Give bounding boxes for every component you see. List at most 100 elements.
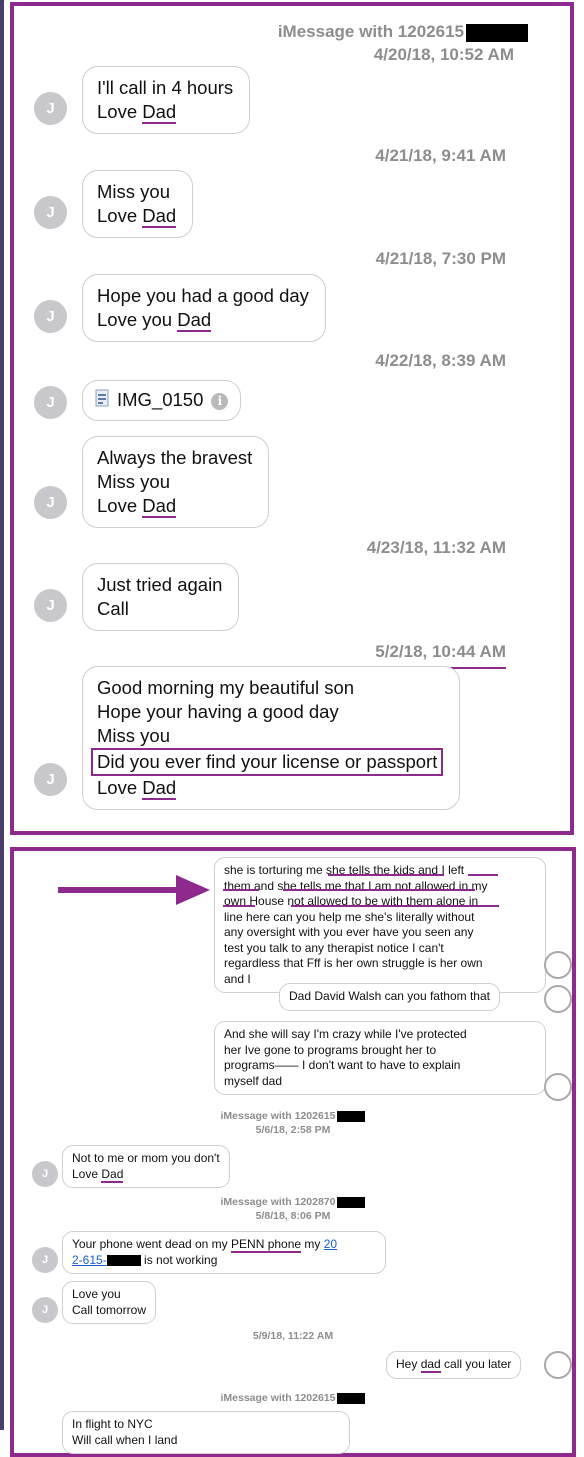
highlight-underline [291, 905, 499, 907]
highlight-underline [328, 874, 444, 876]
attachment-bubble[interactable]: IMG_0150 i [82, 380, 242, 422]
contact-avatar[interactable]: J [34, 486, 67, 519]
message-line: regardless that Fff is her own struggle … [224, 956, 483, 970]
redaction-bar [106, 1254, 141, 1266]
message-timestamp: 4/22/18, 8:39 AM [375, 351, 506, 370]
highlighted-word: dad [420, 1357, 441, 1373]
message-line: Love [97, 495, 138, 516]
message-line: Hope your having a good day [97, 701, 339, 722]
highlighted-word: Dad [142, 777, 177, 800]
conversation-header: iMessage with 1202615 4/20/18, 10:52 AM [278, 20, 528, 66]
message-line: Not to me or mom you don't [72, 1151, 220, 1165]
message-line: any oversight with you ever have you see… [224, 925, 474, 939]
message-line: Will call when I land [72, 1432, 178, 1447]
message-timestamp: 4/21/18, 9:41 AM [375, 146, 506, 165]
message-line: Call tomorrow [72, 1302, 147, 1317]
file-icon [95, 389, 109, 413]
highlighted-phrase: PENN phone [231, 1237, 302, 1253]
message-line: them and she tells me that I am not allo… [224, 878, 488, 893]
message-line: Call [97, 598, 129, 619]
screenshot-panel-1: iMessage with 1202615 4/20/18, 10:52 AM … [10, 2, 574, 835]
message-timestamp: 5/2/18, 10:44 AM [375, 642, 506, 669]
service-label: iMessage with 1202615 [220, 1110, 336, 1122]
message-line: programs—— I don't want to have to expla… [224, 1058, 461, 1072]
phone-link[interactable]: 2-615- [72, 1253, 107, 1267]
avatar-outline-icon[interactable] [544, 1351, 572, 1379]
incoming-message-bubble[interactable]: Love you Call tomorrow [62, 1281, 157, 1324]
message-line: myself dad [224, 1073, 283, 1088]
message-bubble[interactable]: Just tried again Call [82, 563, 240, 631]
message-line: Just tried again [97, 574, 223, 595]
outgoing-message-bubble[interactable]: Hey dad call you later [386, 1351, 522, 1379]
message-line: Love [97, 777, 138, 798]
avatar-outline-icon[interactable] [544, 985, 572, 1013]
outgoing-message-bubble[interactable]: she is torturing me she tells the kids a… [214, 857, 546, 993]
message-line: own House not allowed to be with them al… [224, 894, 479, 908]
header-date: 5/8/18, 8:06 PM [255, 1210, 331, 1222]
incoming-message-bubble[interactable]: In flight to NYC Will call when I land [62, 1411, 350, 1454]
message-timestamp: 5/9/18, 11:22 AM [252, 1330, 334, 1342]
message-line: Always the bravest [97, 447, 253, 468]
highlighted-timestamp: 5/2/18, 10:44 AM [375, 642, 506, 669]
service-label: iMessage with 1202870 [220, 1196, 336, 1208]
contact-avatar[interactable]: J [34, 386, 67, 419]
incoming-message-bubble[interactable]: Not to me or mom you don't Love Dad [62, 1145, 230, 1188]
message-line: Love [97, 101, 138, 122]
header-date: 5/6/18, 2:58 PM [255, 1124, 331, 1136]
contact-avatar[interactable]: J [34, 589, 67, 622]
highlighted-word: Dad [142, 495, 177, 518]
message-line: she is torturing me she tells the kids a… [224, 863, 465, 877]
avatar-outline-icon[interactable] [544, 1073, 572, 1101]
message-line: Good morning my beautiful son [97, 677, 355, 698]
message-line: line here can you help me she's literall… [224, 909, 475, 924]
message-bubble[interactable]: Hope you had a good day Love you Dad [82, 274, 326, 342]
message-timestamp: 4/23/18, 11:32 AM [366, 538, 506, 557]
highlighted-word: Dad [142, 205, 177, 228]
message-line: test you talk to any therapist notice I … [224, 940, 444, 955]
message-bubble[interactable]: Miss you Love Dad [82, 170, 194, 238]
conversation-header: iMessage with 1202615 5/6/18, 2:58 PM [14, 1109, 572, 1137]
redaction-bar [337, 1196, 366, 1208]
arrow-right-icon [58, 875, 210, 905]
screenshot-panel-2: she is torturing me she tells the kids a… [10, 847, 576, 1457]
message-line: Miss you [97, 181, 170, 202]
outgoing-message-bubble[interactable]: Dad David Walsh can you fathom that [279, 983, 500, 1011]
outgoing-message-bubble[interactable]: And she will say I'm crazy while I've pr… [214, 1021, 546, 1095]
highlight-underline [223, 889, 259, 891]
attachment-name: IMG_0150 [117, 389, 204, 410]
header-date: 4/20/18, 10:52 AM [373, 45, 514, 64]
highlight-underline [468, 874, 498, 876]
boxed-message-line: Did you ever find your license or passpo… [91, 748, 444, 776]
incoming-message-bubble[interactable]: Your phone went dead on my PENN phone my… [62, 1231, 386, 1274]
message-line: Miss you [97, 725, 170, 746]
conversation-header: iMessage with 1202870 5/8/18, 8:06 PM [14, 1195, 572, 1223]
contact-avatar[interactable]: J [32, 1297, 58, 1323]
message-line: Love [72, 1166, 99, 1181]
contact-avatar[interactable]: J [34, 196, 67, 229]
avatar-outline-icon[interactable] [544, 951, 572, 979]
message-line: Love you [97, 309, 173, 330]
phone-link[interactable]: 20 [324, 1237, 337, 1251]
message-line: And she will say I'm crazy while I've pr… [224, 1027, 467, 1041]
contact-avatar[interactable]: J [34, 300, 67, 333]
highlight-underline [283, 889, 475, 891]
redaction-bar [337, 1392, 366, 1404]
message-timestamp: 4/21/18, 7:30 PM [375, 249, 506, 268]
info-icon[interactable]: i [211, 392, 229, 410]
message-bubble[interactable]: Always the bravest Miss you Love Dad [82, 436, 270, 528]
message-bubble[interactable]: I'll call in 4 hours Love Dad [82, 66, 251, 134]
message-bubble[interactable]: Good morning my beautiful son Hope your … [82, 666, 461, 810]
contact-avatar[interactable]: J [34, 92, 67, 125]
highlighted-word: Dad [101, 1166, 124, 1183]
contact-avatar[interactable]: J [32, 1161, 58, 1187]
redaction-bar [466, 23, 528, 42]
contact-avatar[interactable]: J [32, 1247, 58, 1273]
redaction-bar [337, 1110, 366, 1122]
message-line: I'll call in 4 hours [97, 77, 234, 98]
message-line: Miss you [97, 471, 170, 492]
contact-avatar[interactable]: J [34, 763, 67, 796]
message-line: her Ive gone to programs brought her to [224, 1042, 437, 1057]
message-line: Hope you had a good day [97, 285, 309, 306]
service-label: iMessage with 1202615 [220, 1392, 336, 1404]
message-line: Love [97, 205, 138, 226]
